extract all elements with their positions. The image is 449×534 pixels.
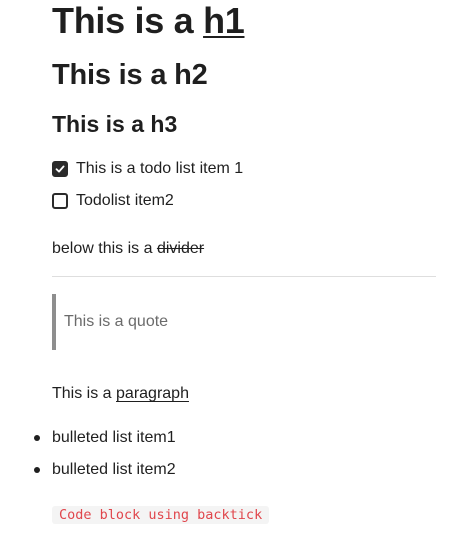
checkmark-icon [55,165,65,173]
checkbox-unchecked[interactable] [52,193,68,209]
heading-1: This is a h1 [52,0,245,42]
todo-item-1: This is a todo list item 1 [52,159,243,179]
quote-text: This is a quote [64,313,169,330]
horizontal-divider [52,276,436,277]
paragraph-link[interactable]: paragraph [116,385,189,402]
strikethrough-text: divider [156,240,205,257]
paragraph-text: This is a [52,385,117,402]
paragraph: This is a paragraph [52,384,189,404]
bullet-list-item: bulleted list item2 [34,460,176,480]
bullet-label: bulleted list item2 [52,461,176,478]
heading-1-link[interactable]: h1 [203,0,245,41]
bullet-label: bulleted list item1 [52,429,176,446]
bullet-dot-icon [34,435,40,441]
divider-caption-text: below this is a [52,240,157,257]
inline-code: Code block using backtick [52,506,270,524]
divider-caption: below this is a divider [52,239,204,259]
todo-label: Todolist item2 [76,192,174,209]
heading-2: This is a h2 [52,59,208,91]
bullet-dot-icon [34,467,40,473]
blockquote: This is a quote [52,294,436,350]
todo-label: This is a todo list item 1 [76,160,244,177]
checkbox-checked[interactable] [52,161,68,177]
heading-1-text: This is a [52,0,204,41]
heading-3: This is a h3 [52,111,178,137]
todo-item-2: Todolist item2 [52,191,174,211]
bullet-list-item: bulleted list item1 [34,428,176,448]
